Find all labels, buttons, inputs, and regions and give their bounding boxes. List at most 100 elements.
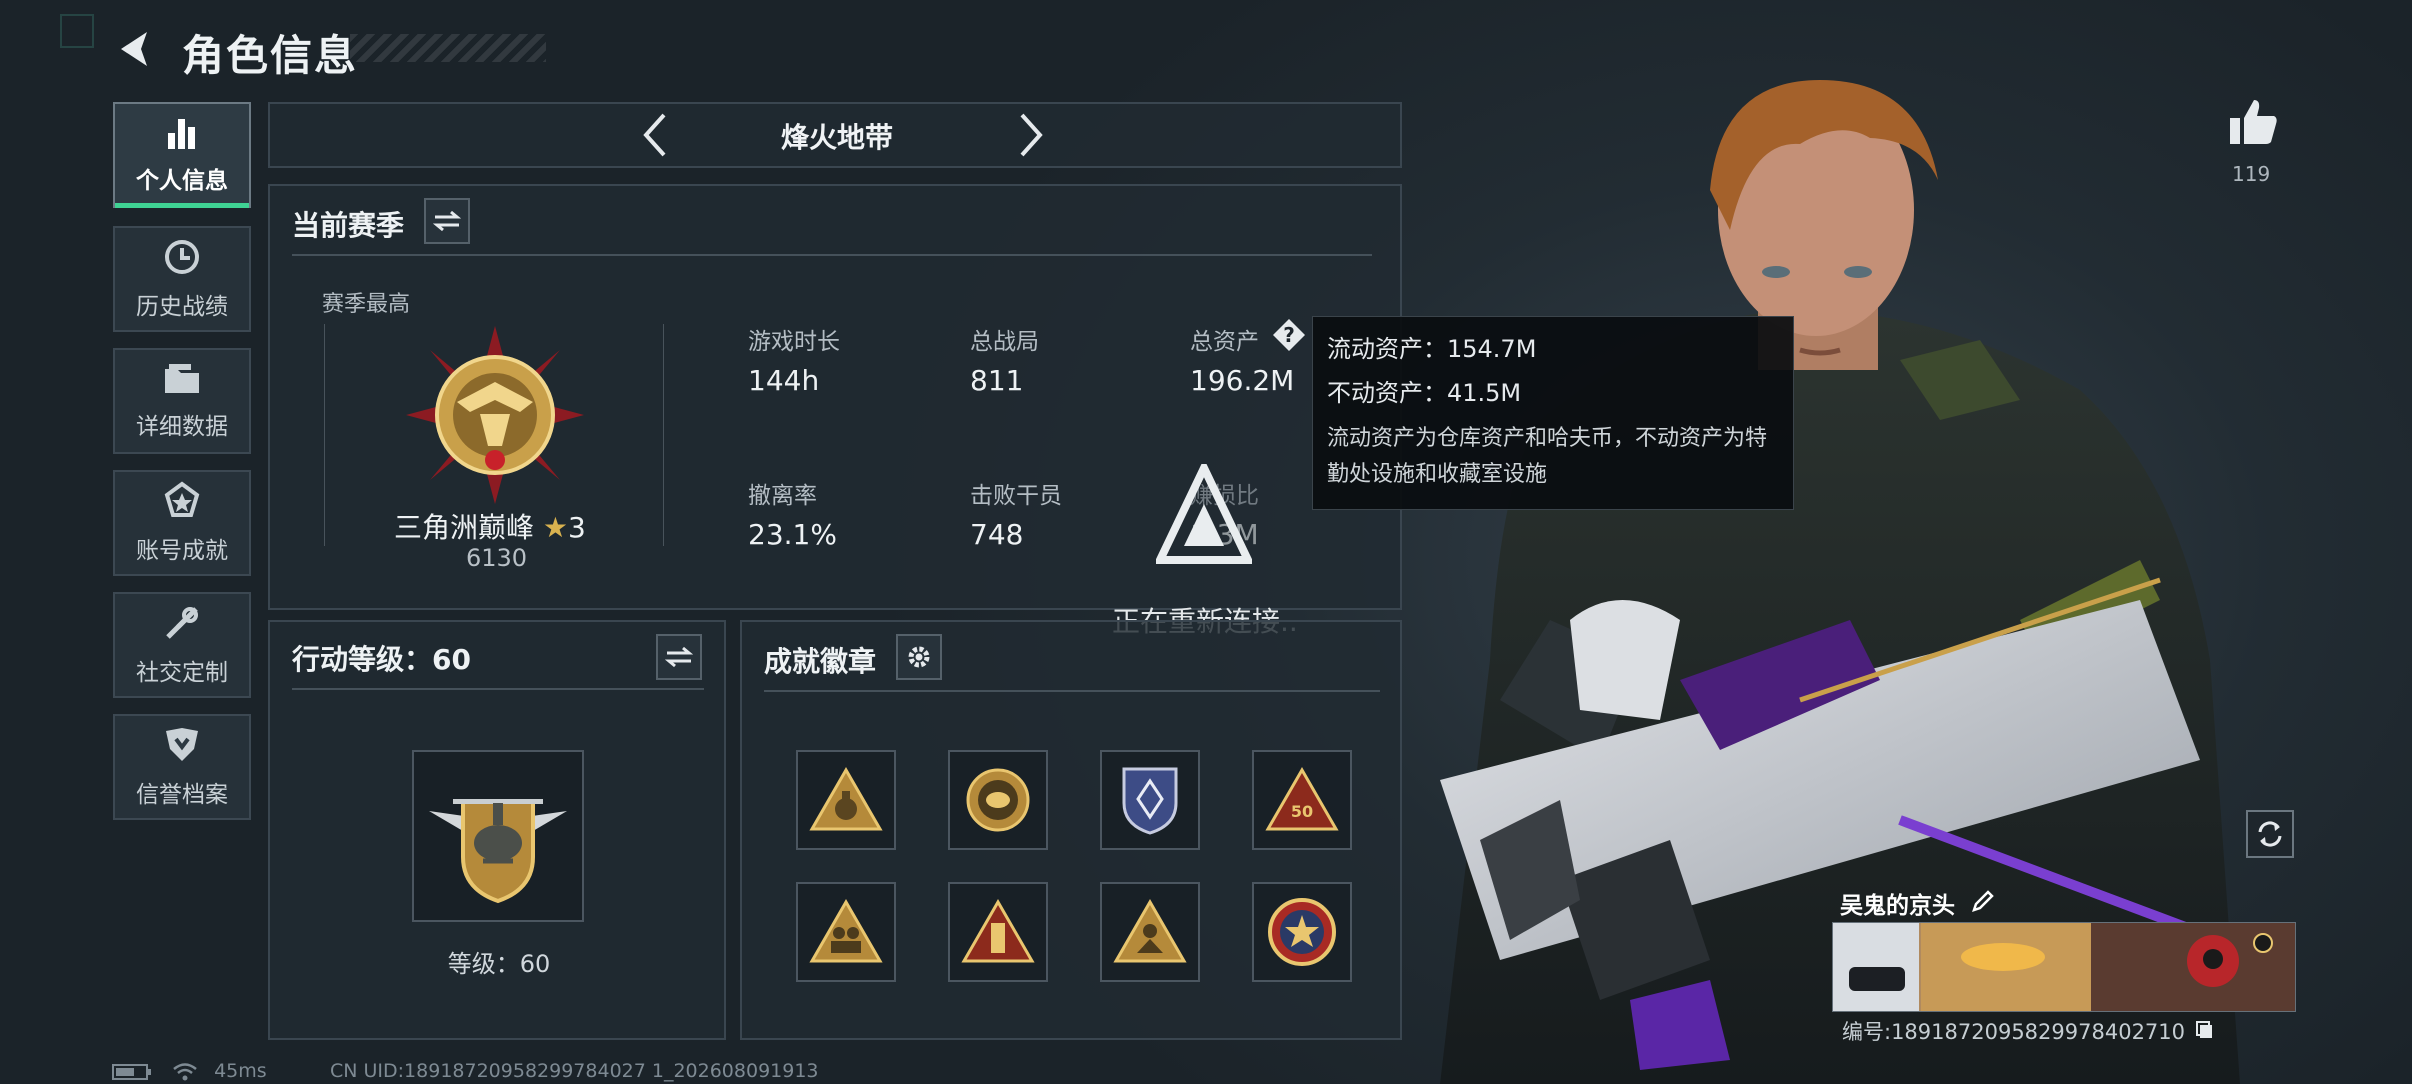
player-id-text: 编号:1891872095829978402710 xyxy=(1842,1020,2186,1044)
clock-icon xyxy=(165,240,199,274)
badges-panel: 成就徽章 50 xyxy=(740,620,1402,1040)
season-switch-button[interactable] xyxy=(424,198,470,244)
season-title: 当前赛季 xyxy=(292,209,405,242)
soldiers-triangle-icon xyxy=(809,899,883,963)
season-best-label: 赛季最高 xyxy=(322,292,411,317)
edit-name-icon[interactable] xyxy=(1971,889,1995,919)
thumbs-up-icon xyxy=(2230,100,2277,144)
folder-icon xyxy=(165,364,199,393)
tooltip-liquid-assets: 流动资产：154.7M xyxy=(1327,335,1537,363)
bar-chart-icon xyxy=(168,119,195,149)
helicopter-emblem-icon xyxy=(429,799,567,904)
tooltip-fixed-assets: 不动资产：41.5M xyxy=(1327,379,1522,407)
next-mode-button[interactable] xyxy=(1008,112,1054,158)
action-level-panel: 行动等级：60 等级：60 xyxy=(268,620,726,1040)
nav-personal-info[interactable]: 个人信息 xyxy=(113,102,251,208)
nav-social[interactable]: 社交定制 xyxy=(113,592,251,698)
blue-shield-icon xyxy=(1122,767,1178,835)
tooltip-description: 流动资产为仓库资产和哈夫币，不动资产为特勤处设施和收藏室设施 xyxy=(1327,426,1768,487)
achievement-badge[interactable] xyxy=(948,750,1048,850)
wrench-icon xyxy=(166,607,198,639)
rank-score: 6130 xyxy=(466,544,528,572)
like-button[interactable] xyxy=(2228,96,2280,148)
status-bar: 45ms xyxy=(112,1060,267,1082)
nav-credit-record[interactable]: 信誉档案 xyxy=(113,714,251,820)
rank-name: 三角洲巅峰 ★3 xyxy=(394,506,586,546)
stat-value: 23.1% xyxy=(748,518,837,551)
divider xyxy=(292,688,704,690)
achievement-badge[interactable] xyxy=(1100,750,1200,850)
stat-value: 144h xyxy=(748,364,820,397)
gear-icon xyxy=(908,646,930,668)
stat-label: 总资产 xyxy=(1190,329,1259,355)
stat-value: 196.2M xyxy=(1190,364,1295,397)
star-medal-icon xyxy=(1268,898,1336,966)
star-icon: ★ xyxy=(542,511,569,544)
back-button[interactable] xyxy=(108,24,158,74)
stat-value: 748 xyxy=(970,518,1024,551)
chevron-right-icon xyxy=(1020,113,1043,157)
wifi-icon xyxy=(173,1062,197,1080)
badges-title: 成就徽章 xyxy=(764,645,877,678)
gunner-triangle-icon xyxy=(1113,899,1187,963)
rank-emblem-icon xyxy=(406,326,584,504)
nav-label: 详细数据 xyxy=(136,414,228,440)
achievement-badge[interactable] xyxy=(796,750,896,850)
copy-icon[interactable] xyxy=(2195,1020,2214,1044)
achievement-badge[interactable] xyxy=(796,882,896,982)
name-card-banner[interactable] xyxy=(1832,922,2296,1012)
svg-text:50: 50 xyxy=(1291,802,1313,821)
nav-history[interactable]: 历史战绩 xyxy=(113,226,251,332)
stat-label: 击败干员 xyxy=(970,483,1062,509)
level-caption: 等级：60 xyxy=(447,950,551,978)
corner-decoration xyxy=(60,14,94,48)
mode-label: 烽火地带 xyxy=(780,121,893,154)
achievement-badge[interactable] xyxy=(1100,882,1200,982)
player-id: 编号:1891872095829978402710 xyxy=(1842,1016,2214,1046)
mode-selector: 烽火地带 xyxy=(268,102,1402,168)
title-stripe-decoration xyxy=(350,34,546,62)
reconnect-spinner-icon xyxy=(1156,464,1252,564)
card-name: 吴鬼的京头 xyxy=(1840,886,1995,920)
swap-icon xyxy=(665,646,693,668)
stat-label: 游戏时长 xyxy=(748,329,840,355)
achievement-badge[interactable] xyxy=(948,882,1048,982)
nav-label: 社交定制 xyxy=(136,660,228,686)
stat-label: 总战局 xyxy=(970,329,1039,355)
divider xyxy=(292,254,1372,256)
badges-settings-button[interactable] xyxy=(896,634,942,680)
divider xyxy=(764,690,1380,692)
card-name-text: 吴鬼的京头 xyxy=(1840,893,1955,919)
nav-label: 个人信息 xyxy=(136,168,228,194)
assets-tooltip: 流动资产：154.7M 不动资产：41.5M 流动资产为仓库资产和哈夫币，不动资… xyxy=(1312,316,1794,510)
level-50-triangle-icon: 50 xyxy=(1265,767,1339,831)
swap-icon xyxy=(433,210,461,232)
nav-label: 信誉档案 xyxy=(136,782,228,808)
achievement-badge[interactable] xyxy=(1252,882,1352,982)
rank-name-text: 三角洲巅峰 xyxy=(394,511,535,544)
help-icon[interactable]: ? xyxy=(1272,318,1306,352)
nav-label: 历史战绩 xyxy=(136,294,228,320)
refresh-button[interactable] xyxy=(2246,810,2294,858)
stat-label: 撤离率 xyxy=(748,483,817,509)
tower-triangle-icon xyxy=(961,899,1035,963)
page-title: 角色信息 xyxy=(182,31,359,80)
latency-text: 45ms xyxy=(214,1060,267,1082)
level-switch-button[interactable] xyxy=(656,634,702,680)
grenade-triangle-icon xyxy=(809,767,883,831)
nav-detailed-data[interactable]: 详细数据 xyxy=(113,348,251,454)
achievement-badge[interactable]: 50 xyxy=(1252,750,1352,850)
uid-text: CN UID:18918720958299784027 1_2026080919… xyxy=(330,1060,819,1082)
nav-label: 账号成就 xyxy=(136,538,228,564)
rank-stars: 3 xyxy=(568,511,586,544)
level-badge xyxy=(412,750,584,922)
like-count: 119 xyxy=(2232,162,2271,186)
medal-icon xyxy=(164,481,200,517)
battery-icon xyxy=(112,1063,151,1080)
coin-medal-icon xyxy=(966,768,1030,832)
shield-icon xyxy=(166,728,198,761)
level-title: 行动等级：60 xyxy=(292,643,471,676)
nav-achievements[interactable]: 账号成就 xyxy=(113,470,251,576)
svg-text:?: ? xyxy=(1283,323,1295,347)
back-arrow-icon xyxy=(121,32,147,66)
